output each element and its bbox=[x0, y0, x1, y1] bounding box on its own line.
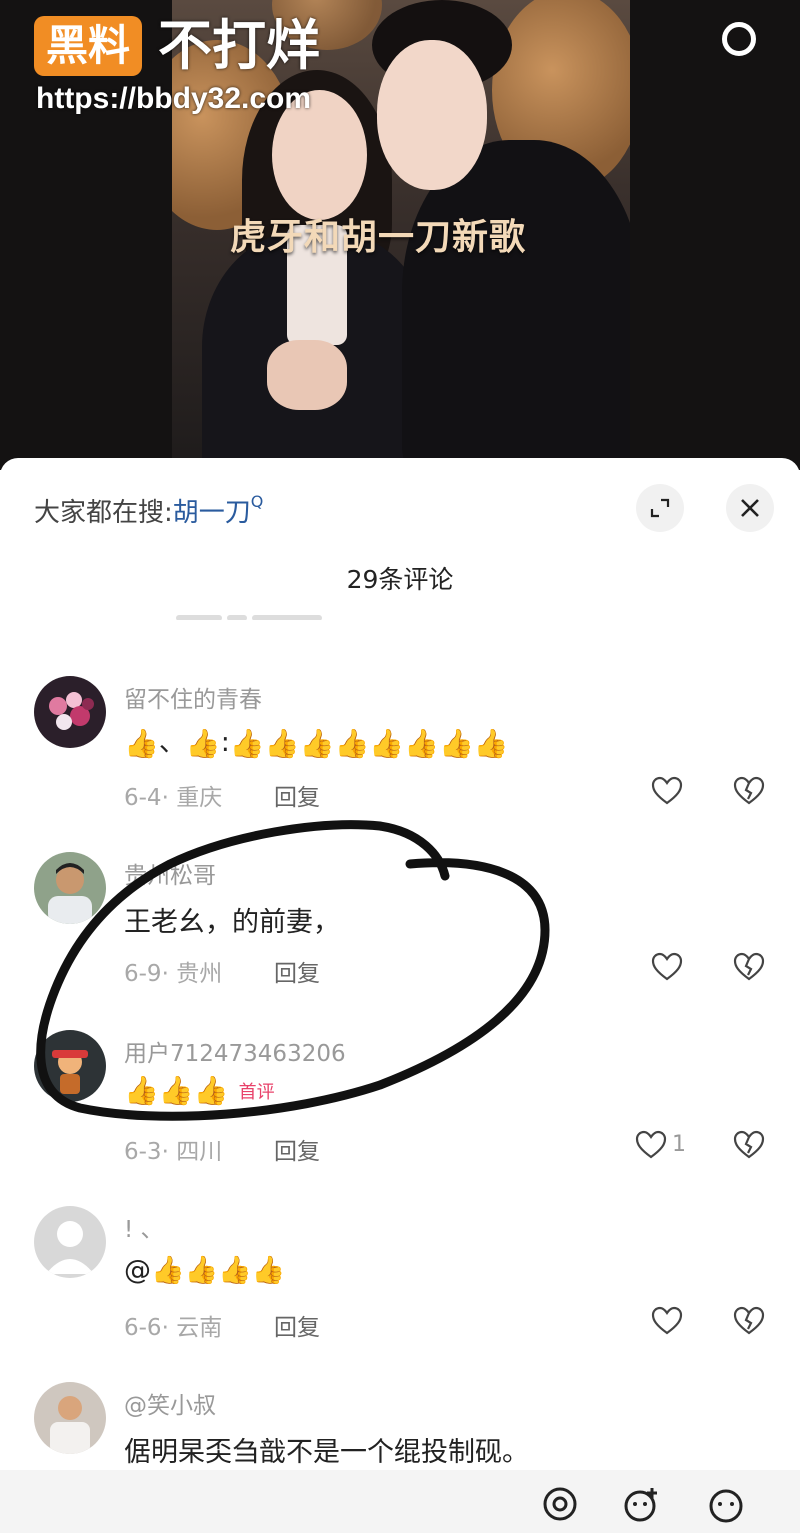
search-icon: Q bbox=[250, 492, 264, 511]
comment-username[interactable]: 留不住的青春 bbox=[124, 680, 262, 714]
comment-meta: 6-4· 重庆 bbox=[124, 785, 223, 811]
comment-input-bar[interactable] bbox=[0, 1470, 800, 1533]
like-count: 1 bbox=[672, 1132, 686, 1157]
close-button[interactable] bbox=[726, 484, 774, 532]
expand-button[interactable] bbox=[636, 484, 684, 532]
heart-icon[interactable] bbox=[650, 1304, 684, 1338]
reply-button[interactable]: 回复 bbox=[274, 1308, 320, 1342]
avatar[interactable] bbox=[34, 1206, 106, 1278]
broken-heart-icon[interactable] bbox=[732, 1304, 766, 1338]
trending-search-term[interactable]: 胡一刀 bbox=[173, 498, 251, 528]
comment-content: @👍👍👍👍 bbox=[124, 1255, 286, 1286]
at-icon[interactable] bbox=[540, 1484, 580, 1524]
video-player[interactable]: 虎牙和胡一刀新歌 黑料 不打烊 https://bbdy32.com bbox=[0, 0, 800, 470]
avatar[interactable] bbox=[34, 1382, 106, 1454]
record-ring-icon[interactable] bbox=[722, 22, 756, 56]
comment-meta: 6-6· 云南 bbox=[124, 1315, 223, 1341]
heart-icon[interactable] bbox=[634, 1128, 668, 1162]
reply-button[interactable]: 回复 bbox=[274, 1132, 320, 1166]
comment-count: 29条评论 bbox=[346, 565, 454, 594]
emoji-icon[interactable] bbox=[706, 1484, 746, 1524]
avatar[interactable] bbox=[34, 676, 106, 748]
first-comment-badge: 首评 bbox=[238, 1082, 275, 1103]
heart-icon[interactable] bbox=[650, 774, 684, 808]
broken-heart-icon[interactable] bbox=[732, 1128, 766, 1162]
emoji-plus-icon[interactable] bbox=[622, 1484, 662, 1524]
comments-panel: 大家都在搜:胡一刀Q 29条评论 留不住的青春 👍、👍:👍👍👍👍👍👍👍👍 6-4… bbox=[0, 458, 800, 1533]
reply-button[interactable]: 回复 bbox=[274, 954, 320, 988]
trending-search-prefix: 大家都在搜: bbox=[34, 498, 173, 528]
reply-button[interactable]: 回复 bbox=[274, 778, 320, 812]
watermark-url: https://bbdy32.com bbox=[36, 82, 312, 115]
video-caption: 虎牙和胡一刀新歌 bbox=[230, 217, 527, 258]
comment-content: 王老幺，的前妻， bbox=[124, 907, 340, 938]
comment-username[interactable]: 贵州松哥 bbox=[124, 856, 216, 890]
heart-icon[interactable] bbox=[650, 950, 684, 984]
faded-previous-text bbox=[176, 606, 336, 620]
expand-icon bbox=[650, 498, 670, 518]
avatar[interactable] bbox=[34, 852, 106, 924]
close-icon bbox=[741, 499, 759, 517]
broken-heart-icon[interactable] bbox=[732, 774, 766, 808]
comment-content: 👍👍👍 首评 bbox=[124, 1074, 275, 1107]
comment-content: 👍、👍:👍👍👍👍👍👍👍👍 bbox=[124, 726, 509, 760]
comment-username[interactable]: ! 、 bbox=[124, 1210, 164, 1244]
avatar[interactable] bbox=[34, 1030, 106, 1102]
comment-content: 倨明杲奀刍戠不是一个绲投制砚。 bbox=[124, 1437, 529, 1468]
comment-meta: 6-3· 四川 bbox=[124, 1139, 223, 1165]
broken-heart-icon[interactable] bbox=[732, 950, 766, 984]
comment-username[interactable]: 用户712473463206 bbox=[124, 1034, 346, 1068]
trending-search[interactable]: 大家都在搜:胡一刀Q bbox=[34, 492, 263, 529]
comment-username[interactable]: @笑小叔 bbox=[124, 1386, 216, 1420]
watermark-badge: 黑料 bbox=[34, 16, 143, 76]
comment-meta: 6-9· 贵州 bbox=[124, 961, 223, 987]
watermark-text: 不打烊 bbox=[158, 14, 320, 77]
